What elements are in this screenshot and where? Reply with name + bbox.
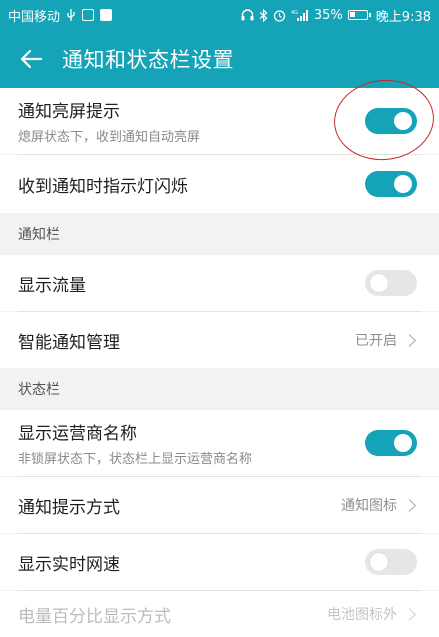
indicator-light-row[interactable]: 收到通知时指示灯闪烁 — [0, 155, 439, 213]
battery-icon — [347, 10, 371, 20]
usb-icon — [66, 8, 76, 22]
carrier-name-toggle[interactable] — [365, 430, 417, 456]
status-left: 中国移动 — [8, 6, 113, 25]
notify-style-current: 通知图标 — [341, 498, 397, 514]
status-bar: 中国移动 4G 35% 晚上9:38 — [0, 0, 439, 30]
screen-wake-title: 通知亮屏提示 — [18, 102, 120, 122]
show-traffic-title: 显示流量 — [18, 275, 86, 296]
chevron-right-icon — [403, 498, 416, 512]
carrier-name-title: 显示运营商名称 — [18, 424, 137, 444]
chevron-right-icon — [403, 607, 416, 621]
indicator-light-title: 收到通知时指示灯闪烁 — [18, 176, 188, 197]
shield-app-icon — [100, 9, 113, 21]
notify-style-title: 通知提示方式 — [18, 497, 120, 518]
carrier-name-subtitle: 非锁屏状态下，状态栏上显示运营商名称 — [18, 452, 253, 467]
alarm-icon — [273, 9, 286, 22]
net-speed-row[interactable]: 显示实时网速 — [0, 534, 439, 590]
app-notification-icon — [82, 9, 95, 21]
back-button[interactable] — [0, 30, 62, 88]
notify-style-value[interactable]: 通知图标 — [341, 495, 417, 515]
battery-style-value[interactable]: 电池图标外 — [327, 604, 417, 624]
smart-notification-row[interactable]: 智能通知管理 已开启 — [0, 312, 439, 368]
carrier-name-row[interactable]: 显示运营商名称 非锁屏状态下，状态栏上显示运营商名称 — [0, 410, 439, 476]
section-header-notification: 通知栏 — [0, 213, 439, 255]
signal-icon: 4G — [291, 9, 309, 22]
notify-style-row[interactable]: 通知提示方式 通知图标 — [0, 477, 439, 533]
page-title: 通知和状态栏设置 — [62, 48, 234, 72]
show-traffic-row[interactable]: 显示流量 — [0, 255, 439, 311]
smart-notification-title: 智能通知管理 — [18, 332, 120, 353]
show-traffic-toggle[interactable] — [365, 270, 417, 296]
smart-notification-value[interactable]: 已开启 — [355, 330, 417, 350]
status-time: 晚上9:38 — [375, 9, 431, 25]
settings-list: 通知亮屏提示 熄屏状态下，收到通知自动亮屏 收到通知时指示灯闪烁 通知栏 显示流… — [0, 88, 439, 637]
section-header-status: 状态栏 — [0, 368, 439, 410]
bluetooth-icon — [259, 8, 268, 22]
battery-percent: 35% — [313, 7, 343, 23]
indicator-light-toggle[interactable] — [365, 171, 417, 197]
battery-style-title: 电量百分比显示方式 — [18, 606, 171, 627]
battery-style-row[interactable]: 电量百分比显示方式 电池图标外 — [0, 591, 439, 637]
arrow-left-icon — [20, 49, 43, 69]
svg-text:4G: 4G — [291, 10, 298, 16]
net-speed-title: 显示实时网速 — [18, 554, 120, 575]
screen-wake-toggle[interactable] — [365, 108, 417, 134]
battery-style-current: 电池图标外 — [327, 607, 397, 623]
app-bar: 通知和状态栏设置 — [0, 30, 439, 88]
net-speed-toggle[interactable] — [365, 549, 417, 575]
carrier-name: 中国移动 — [8, 9, 61, 25]
status-right: 4G 35% 晚上9:38 — [241, 6, 431, 25]
smart-notification-status: 已开启 — [355, 333, 397, 349]
screen-wake-row[interactable]: 通知亮屏提示 熄屏状态下，收到通知自动亮屏 — [0, 88, 439, 154]
chevron-right-icon — [403, 333, 416, 347]
screen-wake-subtitle: 熄屏状态下，收到通知自动亮屏 — [18, 130, 201, 145]
headphones-icon — [241, 9, 254, 21]
